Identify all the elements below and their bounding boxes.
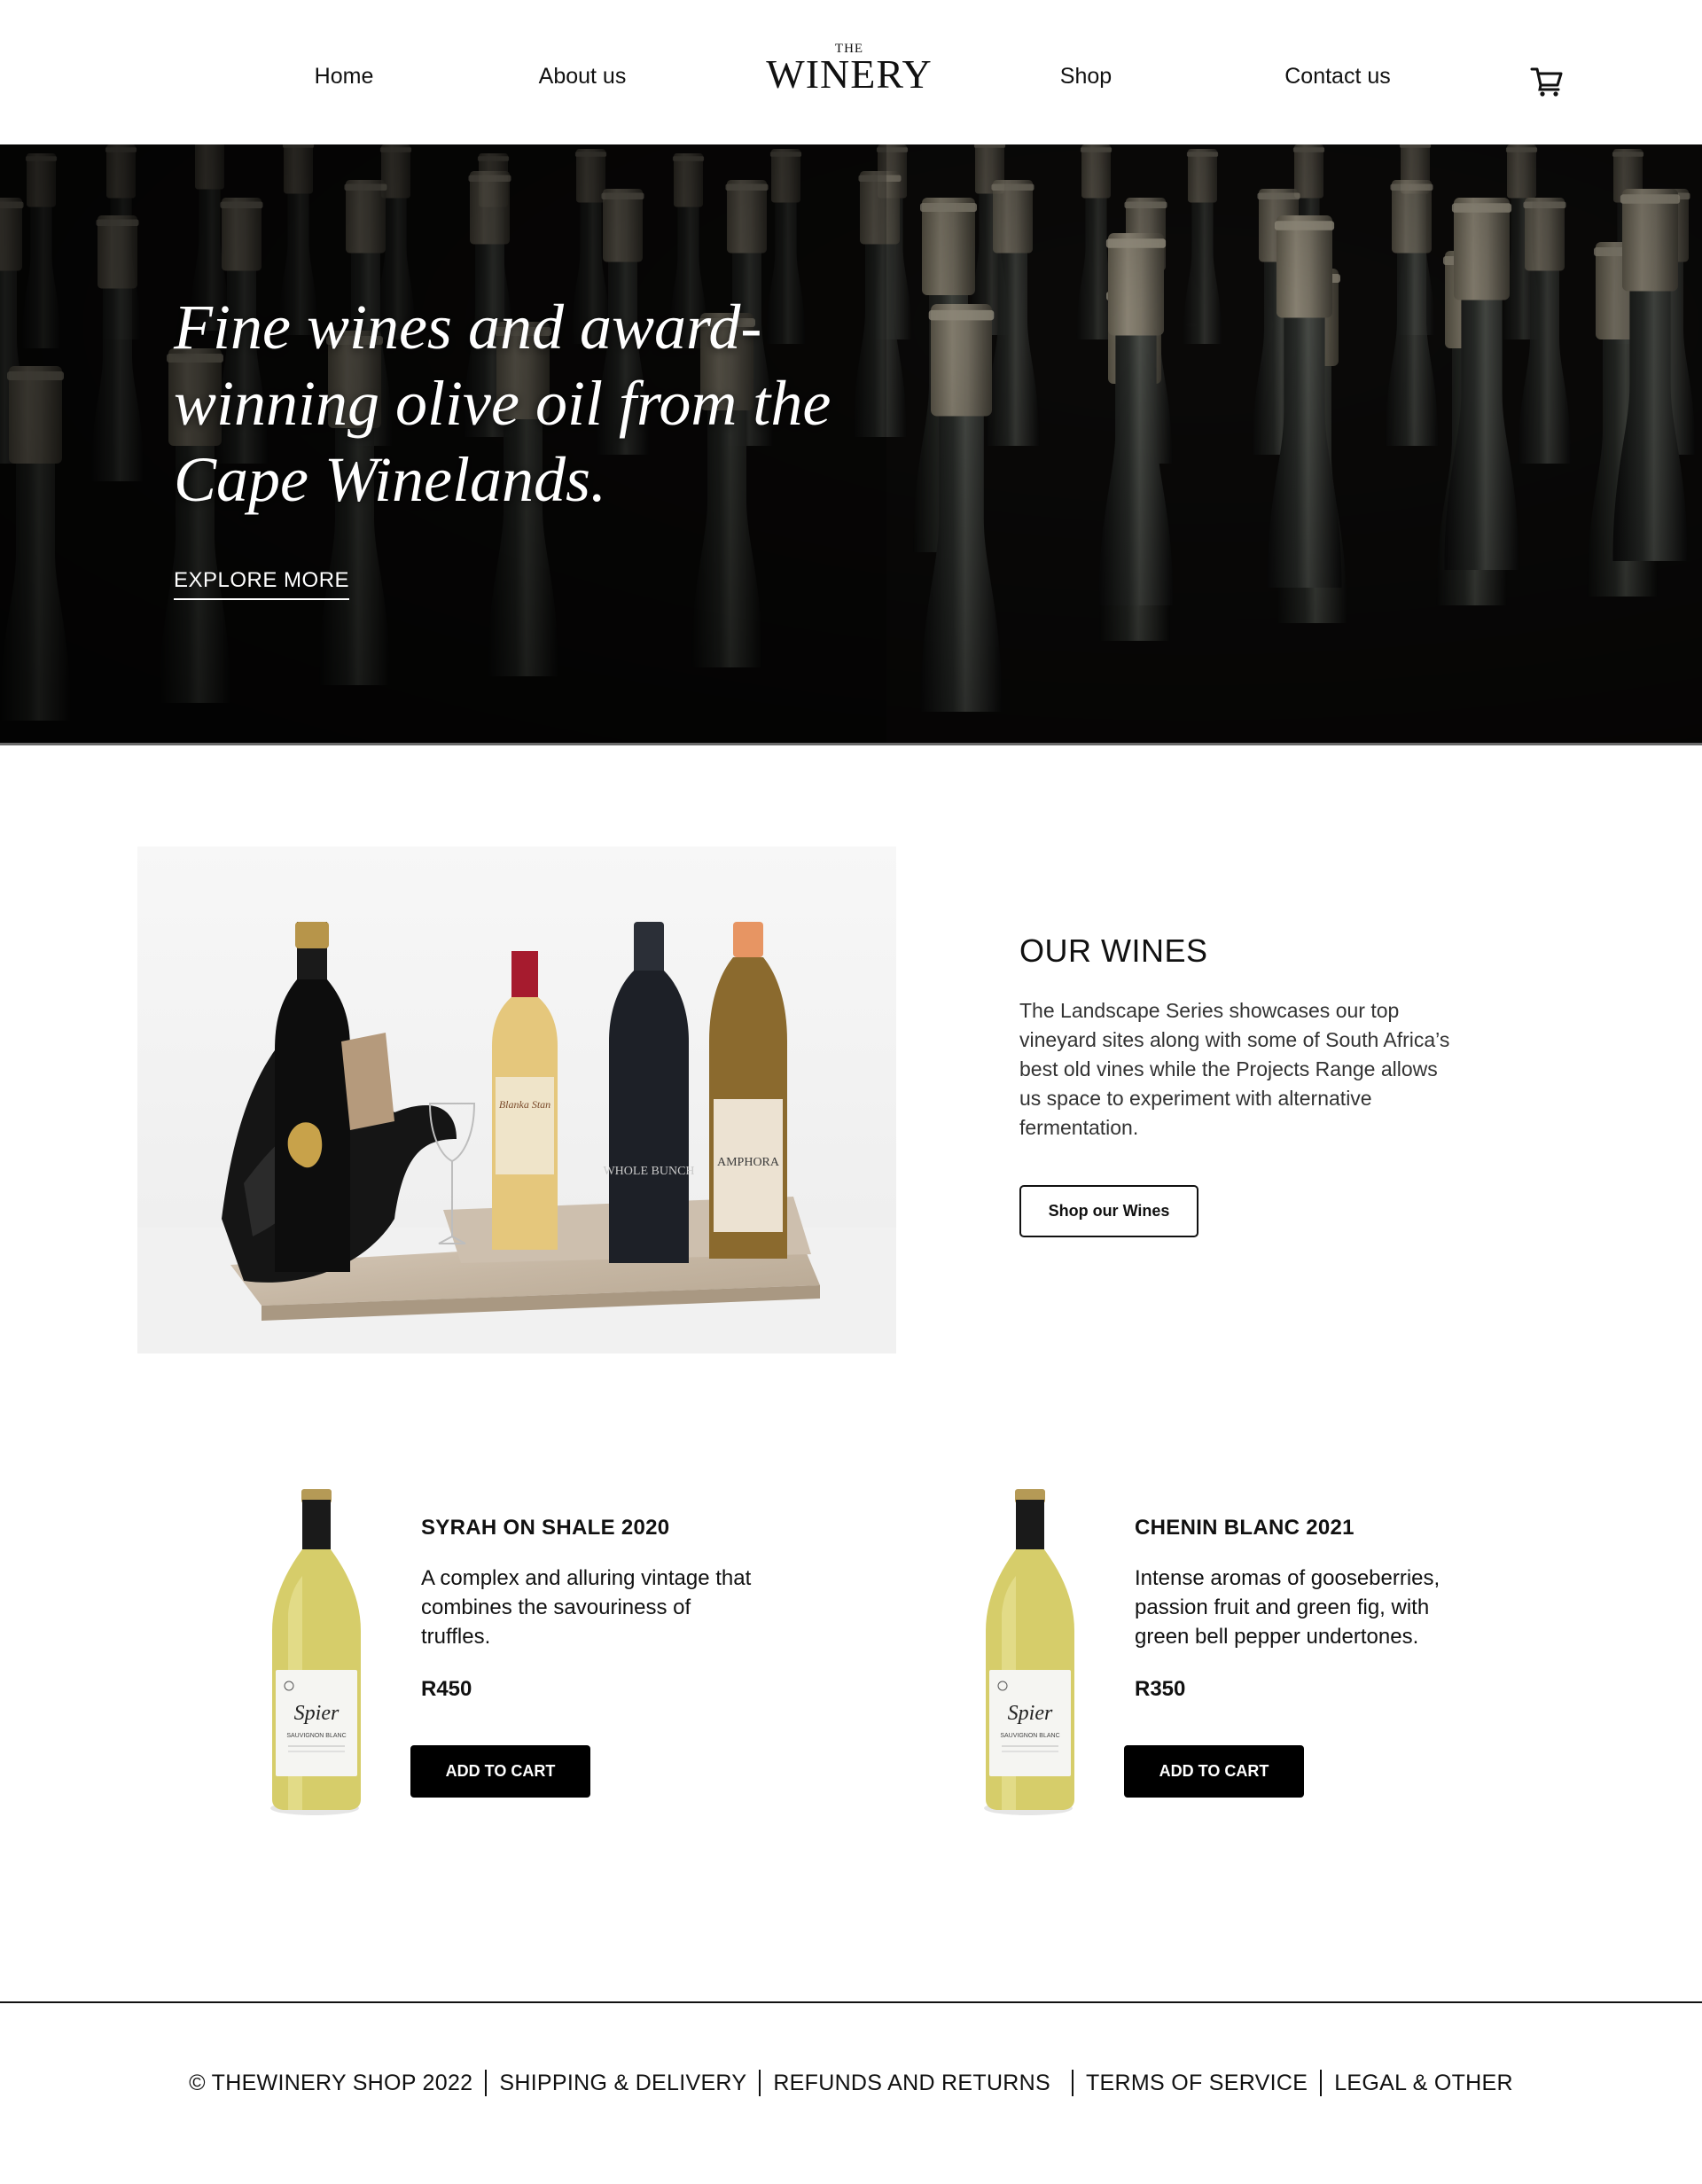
footer-links: © THEWINERY SHOP 2022 SHIPPING & DELIVER… (0, 2070, 1702, 2096)
nav-contact-link[interactable]: Contact us (1284, 66, 1391, 88)
shopping-cart-icon[interactable] (1530, 66, 1564, 98)
product-label-variety: SAUVIGNON BLANC (286, 1733, 346, 1739)
product-description: A complex and alluring vintage that comb… (421, 1566, 752, 1649)
shop-our-wines-button[interactable]: Shop our Wines (1019, 1185, 1198, 1237)
product-image[interactable]: Spier SAUVIGNON BLANC (984, 1480, 1081, 1817)
explore-more-link[interactable]: EXPLORE MORE (174, 570, 350, 600)
nav-shop-link[interactable]: Shop (1060, 66, 1112, 88)
add-to-cart-button[interactable]: ADD TO CART (410, 1745, 590, 1798)
product-price: R450 (421, 1677, 472, 1701)
hero-banner: Fine wines and award-winning olive oil f… (0, 144, 1702, 745)
footer-separator (1320, 2070, 1323, 2096)
our-wines-photo: Blanka Stan WHOLE BUNCH AMPHORA (137, 846, 896, 1353)
footer-separator (759, 2070, 761, 2096)
product-name[interactable]: CHENIN BLANC 2021 (1135, 1516, 1355, 1540)
our-wines-title: OUR WINES (1019, 932, 1208, 969)
footer-shipping-link[interactable]: SHIPPING & DELIVERY (499, 2071, 746, 2096)
our-wines-description: The Landscape Series showcases our top v… (1019, 999, 1450, 1139)
bottle-label-1: Blanka Stan (499, 1098, 550, 1111)
footer-separator (1071, 2070, 1074, 2096)
product-description: Intense aromas of gooseberries, passion … (1135, 1566, 1440, 1649)
footer-divider (0, 2001, 1702, 2003)
footer-legal-link[interactable]: LEGAL & OTHER (1334, 2071, 1513, 2096)
product-name[interactable]: SYRAH ON SHALE 2020 (421, 1516, 669, 1540)
product-label-variety: SAUVIGNON BLANC (1000, 1733, 1059, 1739)
product-image[interactable]: Spier SAUVIGNON BLANC (270, 1480, 368, 1817)
product-card: Spier SAUVIGNON BLANC SYRAH ON SHALE 202… (270, 1480, 891, 1817)
hero-headline: Fine wines and award-winning olive oil f… (174, 292, 831, 515)
product-label-brand: Spier (1008, 1702, 1053, 1725)
bottle-label-2: WHOLE BUNCH (603, 1165, 694, 1178)
footer-copyright: © THEWINERY SHOP 2022 (189, 2070, 473, 2095)
footer-separator (485, 2070, 488, 2096)
nav-home-link[interactable]: Home (315, 66, 374, 88)
bottle-label-3: AMPHORA (717, 1156, 780, 1169)
site-logo[interactable]: THE WINERY (766, 43, 932, 95)
product-label-brand: Spier (294, 1702, 340, 1725)
add-to-cart-button[interactable]: ADD TO CART (1124, 1745, 1304, 1798)
nav-about-link[interactable]: About us (539, 66, 627, 88)
footer-terms-link[interactable]: TERMS OF SERVICE (1086, 2071, 1308, 2096)
footer-refunds-link[interactable]: REFUNDS AND RETURNS (773, 2071, 1050, 2096)
site-header: Home About us THE WINERY Shop Contact us (0, 0, 1702, 144)
logo-big-text: WINERY (766, 51, 933, 97)
product-card: Spier SAUVIGNON BLANC CHENIN BLANC 2021 … (984, 1480, 1604, 1817)
product-price: R350 (1135, 1677, 1186, 1701)
